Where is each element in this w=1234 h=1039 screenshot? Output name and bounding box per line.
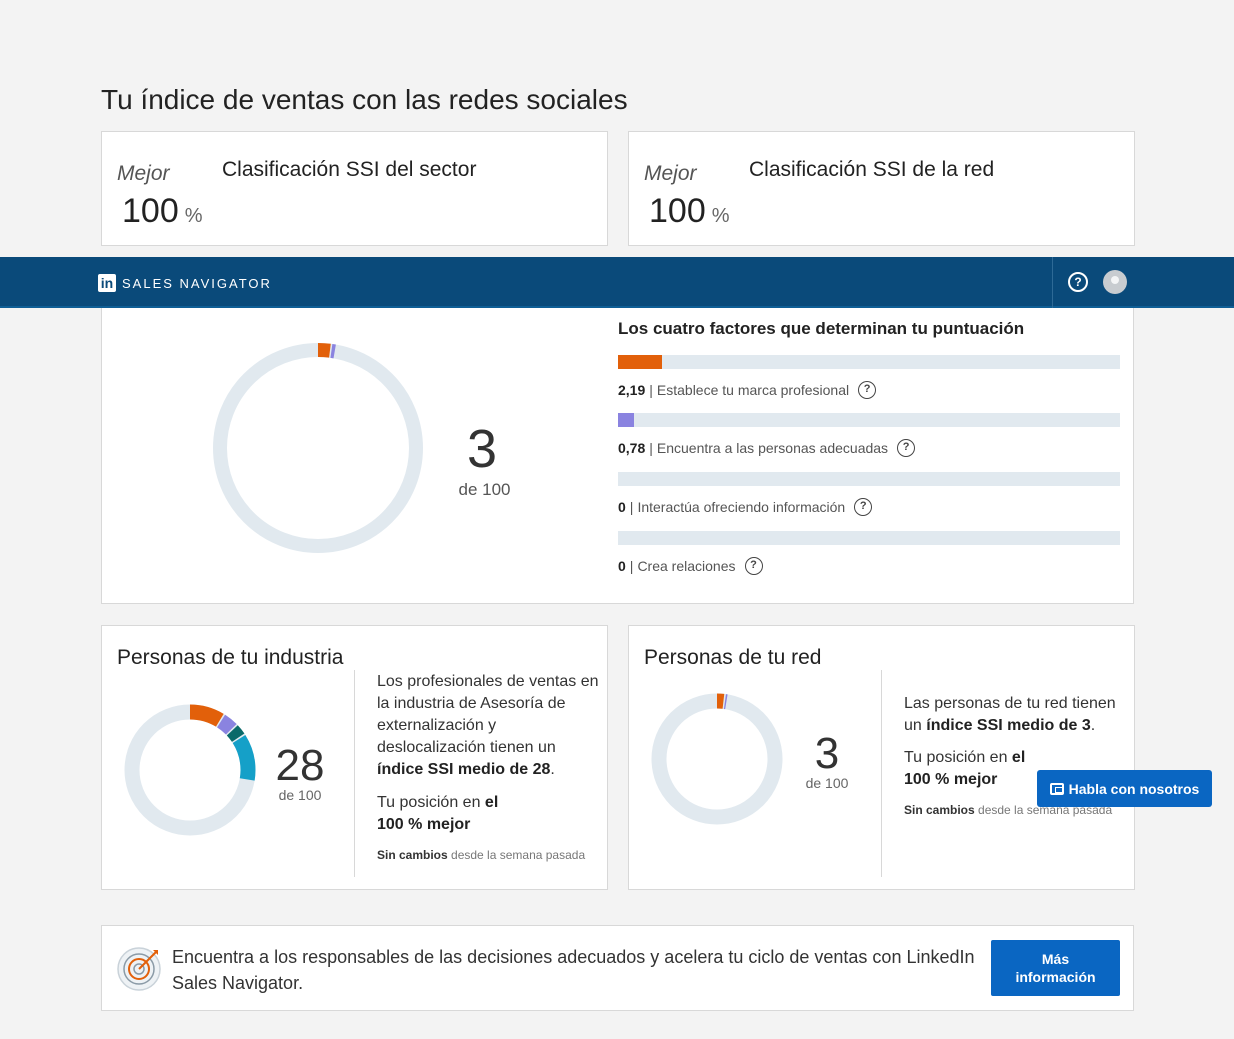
help-question-icon[interactable]: ? <box>897 439 916 457</box>
factor-label: Crea relaciones <box>637 558 736 574</box>
chat-button-label: Habla con nosotros <box>1068 780 1200 797</box>
nav-brand[interactable]: SALES NAVIGATOR <box>122 276 272 291</box>
industry-donut <box>124 704 256 836</box>
divider <box>881 670 882 877</box>
divider <box>354 670 355 877</box>
industry-rank-card: Mejor Clasificación SSI del sector 100% <box>101 131 608 246</box>
factor-value: 0,78 <box>618 440 646 456</box>
factors-title: Los cuatro factores que determinan tu pu… <box>618 319 1025 338</box>
network-description: Las personas de tu red tienen un índice … <box>904 695 1116 734</box>
rank-title: Clasificación SSI de la red <box>749 158 995 181</box>
industry-description: Los profesionales de ventas en la indust… <box>377 673 599 778</box>
factor-brand: 2,19 | Establece tu marca profesional? <box>618 355 1120 399</box>
card-heading: Personas de tu red <box>644 646 822 669</box>
ssi-score-value: 3 <box>466 419 498 479</box>
ssi-score-donut <box>213 343 423 553</box>
linkedin-logo-icon[interactable]: in <box>98 274 116 292</box>
factor-insights: 0 | Interactúa ofreciendo información? <box>618 472 1120 516</box>
factor-value: 0 <box>618 558 626 574</box>
factor-value: 0 <box>618 499 626 515</box>
industry-avg-value: 28 <box>275 741 325 790</box>
factor-bar-track <box>618 355 1120 369</box>
industry-avg-denominator: de 100 <box>278 787 322 803</box>
help-question-icon[interactable]: ? <box>744 557 763 575</box>
rank-value: 100% <box>649 192 730 230</box>
factor-bar-fill <box>618 355 662 369</box>
rank-title: Clasificación SSI del sector <box>222 158 477 181</box>
factor-bar-fill <box>618 413 634 427</box>
sales-navigator-navbar: in SALES NAVIGATOR ? <box>0 257 1234 308</box>
factor-people: 0,78 | Encuentra a las personas adecuadas? <box>618 413 1120 457</box>
target-icon <box>117 947 161 991</box>
help-question-icon[interactable]: ? <box>854 498 873 516</box>
donut-track <box>213 343 423 553</box>
best-label: Mejor <box>644 162 697 185</box>
factor-label: Encuentra a las personas adecuadas <box>656 440 889 456</box>
chat-bubble-icon <box>1049 782 1064 795</box>
chat-button[interactable]: Habla con nosotros <box>1037 770 1212 807</box>
more-info-button[interactable]: Más información <box>991 940 1120 996</box>
ssi-score-card: 3 de 100 Los cuatro factores que determi… <box>101 308 1134 604</box>
network-avg-value: 3 <box>814 729 840 778</box>
factor-label: Interactúa ofreciendo información <box>637 499 846 515</box>
ssi-score-denominator: de 100 <box>458 480 511 499</box>
industry-change: Sin cambios desde la semana pasada <box>377 848 586 862</box>
factor-bar-track <box>618 413 1120 427</box>
industry-position: Tu posición en el 100 % mejor <box>377 794 499 833</box>
promo-text: Encuentra a los responsables de las deci… <box>172 947 975 993</box>
help-question-icon[interactable]: ? <box>858 381 877 399</box>
network-avg-denominator: de 100 <box>805 775 849 791</box>
page-title: Tu índice de ventas con las redes social… <box>101 84 628 115</box>
factor-bar-track <box>618 531 1120 545</box>
network-people-card: Personas de tu red 3 de 100 Las personas… <box>628 625 1135 890</box>
card-heading: Personas de tu industria <box>117 646 344 669</box>
factor-relationships: 0 | Crea relaciones? <box>618 531 1120 575</box>
user-avatar-icon[interactable] <box>1103 270 1127 294</box>
industry-people-card: Personas de tu industria 28 de 100 Los p… <box>101 625 608 890</box>
factor-bar-track <box>618 472 1120 486</box>
nav-divider <box>1052 257 1053 308</box>
best-label: Mejor <box>117 162 170 185</box>
factor-label: Establece tu marca profesional <box>656 382 850 398</box>
promo-banner: Encuentra a los responsables de las deci… <box>101 925 1134 1011</box>
network-rank-card: Mejor Clasificación SSI de la red 100% <box>628 131 1135 246</box>
network-donut <box>651 693 783 825</box>
question-circle-icon[interactable]: ? <box>1068 272 1088 292</box>
factor-value: 2,19 <box>618 382 646 398</box>
rank-value: 100% <box>122 192 203 230</box>
donut-track <box>651 693 783 825</box>
